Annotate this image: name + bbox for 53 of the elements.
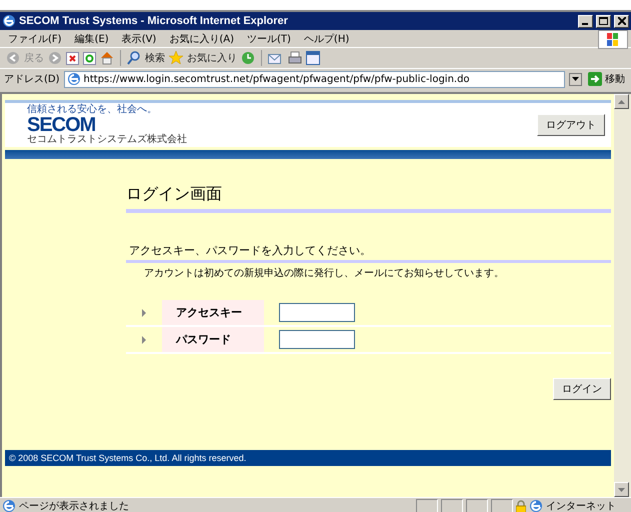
- go-button[interactable]: 移動: [586, 72, 627, 86]
- logo: 信頼される安心を、社会へ。 SECOM セコムトラストシステムズ株式会社: [27, 105, 187, 145]
- login-button[interactable]: ログイン: [553, 378, 611, 400]
- search-button[interactable]: 検索: [145, 51, 165, 65]
- maximize-button[interactable]: [596, 14, 611, 28]
- caret-icon: [572, 77, 579, 81]
- page-icon: [2, 499, 16, 512]
- home-icon[interactable]: [100, 51, 114, 65]
- search-icon[interactable]: [127, 51, 141, 65]
- close-icon: [618, 17, 626, 25]
- ie-icon: [2, 14, 16, 28]
- menu-item[interactable]: ファイル(F): [8, 32, 62, 46]
- page-icon: [66, 72, 81, 86]
- close-button[interactable]: [614, 14, 629, 28]
- minimize-button[interactable]: [578, 14, 593, 28]
- field-label: アクセスキー: [162, 300, 264, 325]
- status-text: ページが表示されました: [19, 500, 130, 512]
- menu-item[interactable]: 表示(V): [122, 32, 156, 46]
- menu-item[interactable]: 編集(E): [74, 32, 109, 46]
- menu-item[interactable]: ヘルプ(H): [304, 32, 350, 46]
- menu-item[interactable]: お気に入り(A): [169, 32, 234, 46]
- lock-icon: [516, 500, 526, 512]
- logout-button[interactable]: ログアウト: [537, 114, 605, 136]
- stop-icon[interactable]: [66, 52, 79, 64]
- scroll-down-button[interactable]: [614, 482, 629, 497]
- favorites-button[interactable]: お気に入り: [187, 51, 237, 65]
- history-icon[interactable]: [241, 51, 255, 65]
- star-icon[interactable]: [169, 51, 183, 65]
- menu-item[interactable]: ツール(T): [247, 32, 291, 46]
- instruction-text: アクセスキー、パスワードを入力してください。: [126, 243, 611, 263]
- print-icon[interactable]: [288, 51, 302, 65]
- scrollbar[interactable]: [614, 94, 631, 497]
- note-text: アカウントは初めての新規申込の際に発行し、メールにてお知らせしています。: [143, 266, 505, 280]
- page-heading: ログイン画面: [126, 184, 611, 213]
- maximize-icon: [599, 17, 608, 25]
- zone-text: インターネット: [546, 500, 616, 512]
- bullet-icon: [142, 308, 146, 316]
- window-title: SECOM Trust Systems - Microsoft Internet Explorer: [19, 15, 289, 27]
- address-label: アドレス(D): [4, 73, 60, 86]
- input-field[interactable]: [279, 330, 355, 349]
- copyright-footer: © 2008 SECOM Trust Systems Co., Ltd. All rights reserved.: [5, 450, 611, 466]
- caret-icon: [618, 100, 625, 104]
- bullet-icon: [142, 336, 146, 344]
- arrow-icon: [588, 72, 602, 86]
- address-field[interactable]: https://www.login.secomtrust.net/pfwagent/pfwagent/pfw/pfw-public-login.do: [64, 70, 565, 88]
- field-label: パスワード: [162, 327, 264, 352]
- mail-icon[interactable]: [268, 52, 284, 64]
- refresh-icon[interactable]: [83, 52, 96, 64]
- dropdown-button[interactable]: [569, 72, 582, 86]
- input-field[interactable]: [279, 303, 355, 322]
- caret-icon: [618, 488, 625, 492]
- scroll-up-button[interactable]: [614, 94, 629, 109]
- edit-icon[interactable]: [306, 51, 320, 65]
